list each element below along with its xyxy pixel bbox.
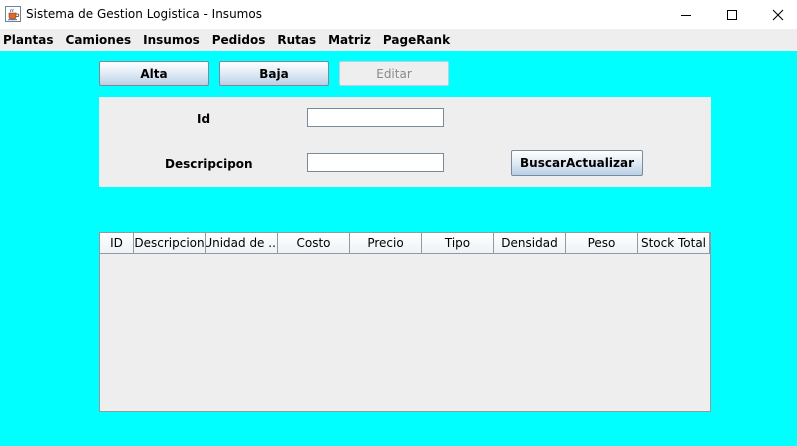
menu-insumos[interactable]: Insumos: [143, 33, 200, 47]
column-header-unidad[interactable]: Unidad de ...: [206, 233, 278, 254]
column-header-precio[interactable]: Precio: [350, 233, 422, 254]
alta-button[interactable]: Alta: [99, 61, 209, 86]
id-field[interactable]: [307, 108, 444, 127]
menu-camiones[interactable]: Camiones: [66, 33, 132, 47]
close-icon: [772, 9, 784, 20]
menu-pagerank[interactable]: PageRank: [383, 33, 450, 47]
menu-bar: Plantas Camiones Insumos Pedidos Rutas M…: [0, 29, 797, 51]
menu-rutas[interactable]: Rutas: [277, 33, 316, 47]
insumos-table: ID Descripcion Unidad de ... Costo Preci…: [99, 232, 711, 412]
menu-matriz[interactable]: Matriz: [328, 33, 371, 47]
menu-pedidos[interactable]: Pedidos: [212, 33, 266, 47]
column-header-descripcion[interactable]: Descripcion: [134, 233, 206, 254]
editar-button: Editar: [339, 61, 449, 86]
buscar-actualizar-button[interactable]: BuscarActualizar: [511, 150, 643, 176]
id-label: Id: [197, 112, 211, 126]
column-header-id[interactable]: ID: [100, 233, 134, 254]
java-coffee-cup-icon: [5, 6, 21, 22]
column-header-costo[interactable]: Costo: [278, 233, 350, 254]
minimize-button[interactable]: [663, 0, 709, 29]
menu-plantas[interactable]: Plantas: [3, 33, 54, 47]
descripcion-label: Descripcipon: [165, 157, 253, 171]
table-body[interactable]: [100, 254, 710, 411]
column-header-peso[interactable]: Peso: [566, 233, 638, 254]
column-header-stock-total[interactable]: Stock Total: [638, 233, 710, 254]
column-header-densidad[interactable]: Densidad: [494, 233, 566, 254]
maximize-button[interactable]: [709, 0, 755, 29]
column-header-tipo[interactable]: Tipo: [422, 233, 494, 254]
minimize-icon: [681, 14, 691, 16]
window-title: Sistema de Gestion Logistica - Insumos: [26, 7, 262, 21]
baja-button[interactable]: Baja: [219, 61, 329, 86]
descripcion-field[interactable]: [307, 153, 444, 172]
close-button[interactable]: [755, 0, 797, 29]
title-bar: Sistema de Gestion Logistica - Insumos: [0, 0, 797, 29]
table-header: ID Descripcion Unidad de ... Costo Preci…: [100, 233, 710, 254]
search-form-panel: Id Descripcipon BuscarActualizar: [99, 97, 711, 187]
maximize-icon: [727, 9, 737, 20]
